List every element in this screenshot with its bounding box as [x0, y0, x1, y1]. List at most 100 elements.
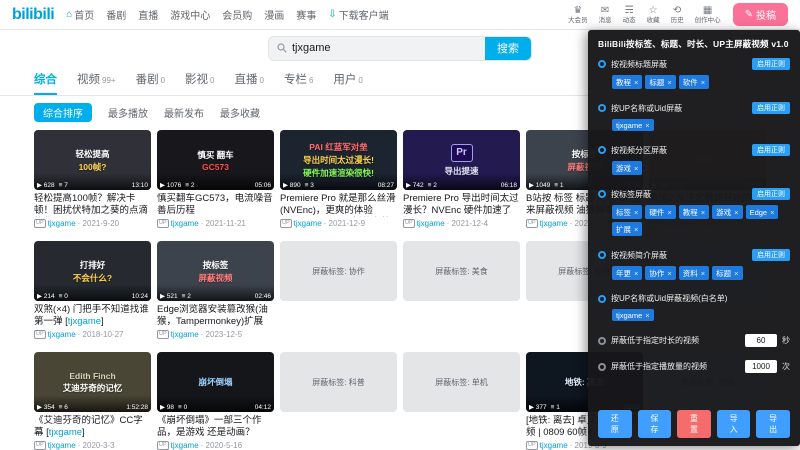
uploader-name[interactable]: tjxgame	[294, 219, 322, 228]
filter-chip[interactable]: 协作 ×	[645, 266, 676, 280]
chip-remove-icon[interactable]: ×	[770, 208, 774, 217]
video-card[interactable]: PAI 红蓝军对垒导出时间太过漫长!硬件加速渲染很快!▶ 890≡ 308:27…	[280, 130, 397, 229]
toggle-icon[interactable]	[598, 251, 606, 259]
tab-5[interactable]: 专栏 6	[284, 71, 313, 95]
numeric-input[interactable]	[745, 360, 777, 373]
filter-chip[interactable]: 年更 ×	[612, 266, 643, 280]
toggle-icon[interactable]	[598, 336, 606, 345]
menu-item-2[interactable]: ☴ 动态	[623, 5, 636, 24]
uploader-name[interactable]: tjxgame	[48, 330, 76, 339]
video-card[interactable]: 轻松提高 100帧? ▶ 628 ≡ 7 13:10 轻松提高100帧？解决卡顿！困扰伏特…	[34, 130, 151, 229]
video-thumbnail[interactable]: 崩坏倒塌 ▶ 98 ≡ 0 04:12	[157, 352, 274, 413]
uploader-name[interactable]: tjxgame	[171, 441, 199, 450]
tab-4[interactable]: 直播 0	[234, 71, 263, 95]
regex-toggle[interactable]: 启用正则	[752, 188, 790, 200]
nav-item-5[interactable]: 漫画	[264, 7, 284, 22]
tab-1[interactable]: 视频 99+	[77, 71, 116, 95]
sort-filter-0[interactable]: 综合排序	[34, 103, 92, 122]
chip-remove-icon[interactable]: ×	[701, 269, 705, 278]
video-thumbnail[interactable]: Pr 导出提速 ▶ 742 ≡ 2 06:18	[403, 130, 520, 190]
toggle-icon[interactable]	[598, 146, 606, 154]
video-thumbnail[interactable]: 慎买 翻车 GC573 ▶ 1076 ≡ 2 05:06	[157, 130, 274, 190]
nav-item-1[interactable]: 番剧	[106, 7, 126, 22]
menu-item-3[interactable]: ☆ 收藏	[647, 5, 660, 24]
video-card[interactable]: Edith Finch 艾迪芬奇的记忆 ▶ 354 ≡ 6 1:52:28 《艾迪芬奇的记…	[34, 352, 151, 450]
panel-button-1[interactable]: 保存	[637, 410, 672, 438]
menu-item-4[interactable]: ⟲ 历史	[671, 5, 684, 24]
tab-3[interactable]: 影视 0	[185, 71, 214, 95]
chip-remove-icon[interactable]: ×	[634, 164, 638, 173]
toggle-icon[interactable]	[598, 104, 606, 112]
filter-chip[interactable]: tjxgame ×	[612, 309, 654, 321]
toggle-icon[interactable]	[598, 190, 606, 198]
regex-toggle[interactable]: 启用正则	[752, 102, 790, 114]
menu-item-1[interactable]: ✉ 消息	[599, 5, 612, 24]
uploader-name[interactable]: tjxgame	[171, 219, 199, 228]
nav-item-0[interactable]: ⌂ 首页	[66, 7, 94, 22]
panel-button-3[interactable]: 导入	[716, 410, 751, 438]
video-card[interactable]: 慎买 翻车 GC573 ▶ 1076 ≡ 2 05:06 慎买翻车GC573，电流噪音善后…	[157, 130, 274, 229]
video-card[interactable]: Pr 导出提速 ▶ 742 ≡ 2 06:18 Premiere Pro 导出时间太过漫长…	[403, 130, 520, 229]
chip-remove-icon[interactable]: ×	[634, 208, 638, 217]
search-button[interactable]: 搜索	[485, 36, 531, 60]
panel-button-4[interactable]: 导出	[756, 410, 790, 438]
filter-chip[interactable]: tjxgame ×	[612, 119, 654, 131]
video-thumbnail[interactable]: Edith Finch 艾迪芬奇的记忆 ▶ 354 ≡ 6 1:52:28	[34, 352, 151, 413]
filter-chip[interactable]: 硬件 ×	[645, 205, 676, 219]
filter-chip[interactable]: 标签 ×	[612, 205, 643, 219]
uploader-name[interactable]: tjxgame	[417, 219, 445, 228]
tab-2[interactable]: 番剧 0	[136, 71, 165, 95]
regex-toggle[interactable]: 启用正则	[752, 58, 790, 70]
filter-chip[interactable]: 标题 ×	[645, 75, 676, 89]
chip-remove-icon[interactable]: ×	[667, 269, 671, 278]
chip-remove-icon[interactable]: ×	[634, 225, 638, 234]
filter-chip[interactable]: 游戏 ×	[612, 161, 643, 175]
video-thumbnail[interactable]: 轻松提高 100帧? ▶ 628 ≡ 7 13:10	[34, 130, 151, 190]
filter-chip[interactable]: 软件 ×	[678, 75, 710, 89]
filter-chip[interactable]: 标题 ×	[712, 266, 743, 280]
nav-item-3[interactable]: 游戏中心	[170, 7, 210, 22]
chip-remove-icon[interactable]: ×	[734, 208, 738, 217]
chip-remove-icon[interactable]: ×	[734, 269, 738, 278]
video-card[interactable]: 打排好 不会什么? ▶ 214 ≡ 0 10:24 双煞(×4) 门把手不知道找谁 第一弹…	[34, 241, 151, 340]
menu-item-0[interactable]: ♛ 大会员	[568, 5, 588, 24]
chip-remove-icon[interactable]: ×	[634, 269, 638, 278]
nav-item-4[interactable]: 会员购	[222, 7, 252, 22]
video-card[interactable]: 崩坏倒塌 ▶ 98 ≡ 0 04:12 《崩坏倒塌》一部三个作品，是游戏 还是动画？ UP…	[157, 352, 274, 450]
nav-item-6[interactable]: 赛事	[296, 7, 316, 22]
chip-remove-icon[interactable]: ×	[645, 311, 649, 320]
video-thumbnail[interactable]: 按标签 屏蔽视频 ▶ 521 ≡ 2 02:46	[157, 241, 274, 302]
filter-chip[interactable]: 游戏 ×	[712, 205, 743, 219]
nav-item-7[interactable]: ⇩ 下载客户端	[328, 7, 388, 22]
uploader-name[interactable]: tjxgame	[540, 441, 568, 450]
chip-remove-icon[interactable]: ×	[701, 208, 705, 217]
sort-filter-3[interactable]: 最多收藏	[220, 105, 260, 120]
menu-item-5[interactable]: ▦ 创作中心	[695, 5, 721, 24]
chip-remove-icon[interactable]: ×	[667, 208, 671, 217]
uploader-name[interactable]: tjxgame	[171, 330, 199, 339]
video-thumbnail[interactable]: PAI 红蓝军对垒导出时间太过漫长!硬件加速渲染很快!▶ 890≡ 308:27	[280, 130, 397, 190]
sort-filter-1[interactable]: 最多播放	[108, 105, 148, 120]
filter-chip[interactable]: 资料 ×	[678, 266, 710, 280]
toggle-icon[interactable]	[598, 60, 606, 68]
panel-button-0[interactable]: 还原	[598, 410, 632, 438]
nav-item-2[interactable]: 直播	[138, 7, 158, 22]
filter-chip[interactable]: Edge ×	[745, 205, 779, 219]
filter-chip[interactable]: 扩展 ×	[612, 222, 643, 236]
chip-remove-icon[interactable]: ×	[634, 78, 638, 87]
uploader-name[interactable]: tjxgame	[48, 441, 76, 450]
chip-remove-icon[interactable]: ×	[701, 78, 705, 87]
tab-0[interactable]: 综合	[34, 71, 57, 95]
toggle-icon[interactable]	[598, 362, 606, 371]
tab-6[interactable]: 用户 0	[333, 71, 362, 95]
filter-chip[interactable]: 教程 ×	[678, 205, 710, 219]
filter-chip[interactable]: 教程 ×	[612, 75, 643, 89]
chip-remove-icon[interactable]: ×	[667, 78, 671, 87]
video-card[interactable]: 按标签 屏蔽视频 ▶ 521 ≡ 2 02:46 Edge浏览器安装篡改猴(油猴，Tamp…	[157, 241, 274, 340]
regex-toggle[interactable]: 启用正则	[752, 249, 790, 261]
toggle-icon[interactable]	[598, 294, 606, 303]
bilibili-logo[interactable]: bilibili	[12, 6, 55, 24]
chip-remove-icon[interactable]: ×	[645, 121, 649, 130]
regex-toggle[interactable]: 启用正则	[752, 144, 790, 156]
upload-button[interactable]: ✎ 投稿	[732, 3, 788, 26]
